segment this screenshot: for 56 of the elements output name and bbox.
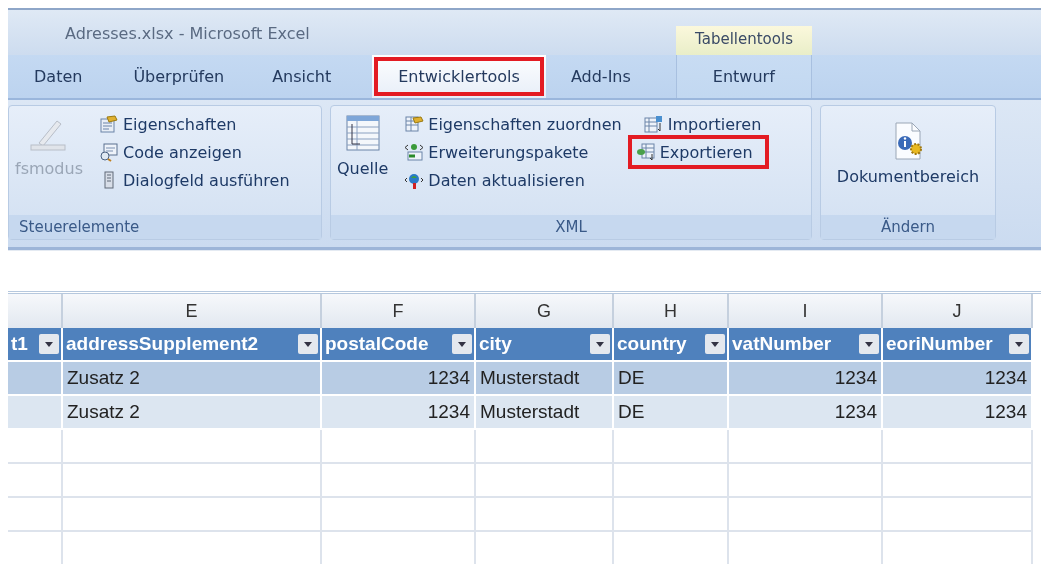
window-title: Adresses.xlsx - Microsoft Excel [65,24,310,43]
column-letter[interactable]: H [614,294,729,328]
ribbon-tab[interactable]: Add-Ins [545,55,656,98]
header-text: city [479,333,513,355]
table-map-icon [404,114,425,134]
column-letter[interactable]: J [883,294,1033,328]
header-text: eoriNumber [886,333,994,355]
table-cell [8,396,63,430]
group-title: XML [331,215,811,239]
table-cell: 1234 [883,362,1033,396]
empty-cell [8,430,63,464]
ribbon-large-button[interactable]: Quelle [335,111,391,180]
filter-dropdown-icon[interactable] [298,334,318,354]
table-cell: DE [614,362,729,396]
filter-dropdown-icon[interactable] [1009,334,1029,354]
header-text: country [617,333,688,355]
export-icon [635,142,656,162]
ribbon-tab[interactable]: Entwicklertools [372,55,546,98]
empty-cell [8,464,63,498]
table-cell: DE [614,396,729,430]
header-text: postalCode [325,333,430,355]
table-cell: Zusatz 2 [63,362,322,396]
column-letter[interactable]: I [729,294,883,328]
table-cell: 1234 [322,362,476,396]
context-tab-group: Tabellentools [676,26,812,55]
properties-icon [99,114,119,134]
column-letter[interactable]: G [476,294,614,328]
table-cell: 1234 [883,396,1033,430]
column-letter[interactable]: F [322,294,476,328]
code-window-icon [99,142,119,162]
filter-dropdown-icon[interactable] [705,334,725,354]
group-title: Steuerelemente [9,215,321,239]
ribbon-tab[interactable]: Ansicht [248,55,357,98]
table-cell: 1234 [322,396,476,430]
filter-dropdown-icon[interactable] [590,334,610,354]
table-cell: Musterstadt [476,396,614,430]
import-icon [643,114,664,134]
ribbon-tab[interactable]: Entwurf [675,55,812,98]
filter-dropdown-icon[interactable] [859,334,879,354]
ribbon-tab[interactable]: Überprüfen [107,55,249,98]
xml-package-icon [404,142,425,162]
group-title: Ändern [821,215,995,239]
ribbon-button[interactable]: Exportieren [627,135,770,169]
header-text: t1 [11,333,29,355]
filter-dropdown-icon[interactable] [452,334,472,354]
header-text: addressSupplement2 [66,333,260,355]
table-cell: 1234 [729,396,883,430]
column-letter[interactable]: E [63,294,322,328]
table-cell: Musterstadt [476,362,614,396]
ribbon-tab[interactable]: Daten [8,55,108,98]
filter-dropdown-icon[interactable] [39,334,59,354]
table-cell: Zusatz 2 [63,396,322,430]
ribbon-large-button[interactable]: Dokumentbereich [834,119,982,188]
header-text: vatNumber [732,333,833,355]
table-cell: 1234 [729,362,883,396]
empty-cell [8,498,63,532]
